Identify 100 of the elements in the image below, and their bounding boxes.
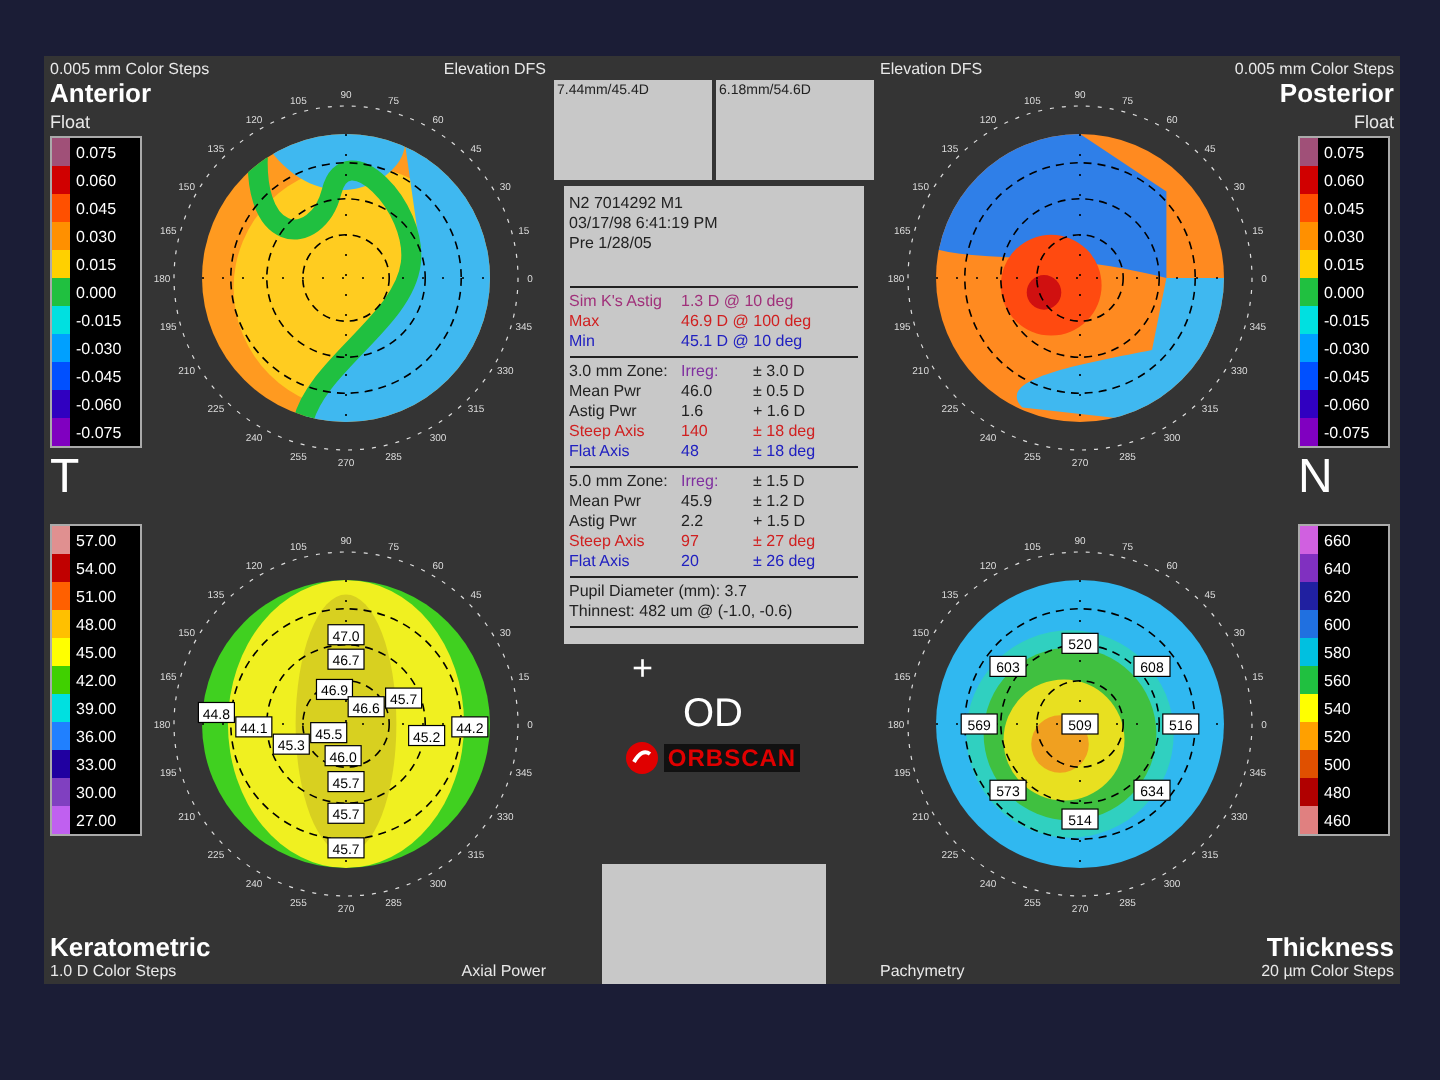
map-subtitle: Float <box>1353 112 1394 132</box>
reading-value: 140 <box>681 422 710 442</box>
reading-value: 1.6 <box>681 402 706 422</box>
reading-label: Min <box>569 332 597 352</box>
reading-value: 46.9 D @ 100 deg <box>681 312 814 332</box>
reading-label: Mean Pwr <box>569 492 644 512</box>
scale-label: -0.030 <box>76 339 122 357</box>
scale-label: 33.00 <box>76 755 117 773</box>
scale-label: 660 <box>1324 531 1351 549</box>
eye-label: OD <box>683 692 743 736</box>
irregularity-value: ± 1.5 D <box>753 472 807 492</box>
reading-value: 20 <box>681 552 701 572</box>
scale-label: 30.00 <box>76 783 117 801</box>
orientation-letter: N <box>1298 452 1333 504</box>
scale-label: -0.060 <box>76 395 122 413</box>
reading-range: ± 27 deg <box>753 532 818 552</box>
reading-range: ± 26 deg <box>753 552 818 572</box>
circle-logo-icon <box>625 742 658 774</box>
scale-label: -0.075 <box>1324 423 1370 441</box>
scale-label: 39.00 <box>76 699 117 717</box>
reading-range: ± 18 deg <box>753 422 818 442</box>
map-title: Thickness <box>1266 932 1394 962</box>
color-steps-label: 20 µm Color Steps <box>1261 962 1394 980</box>
reading-value: 45.9 <box>681 492 715 512</box>
reading-value: 45.1 D @ 10 deg <box>681 332 805 352</box>
scale-label: 0.030 <box>76 227 117 245</box>
scale-label: 480 <box>1324 783 1351 801</box>
patient-info: N2 7014292 M1 <box>569 194 685 214</box>
reading-label: Steep Axis <box>569 532 647 552</box>
reading-label: Max <box>569 312 602 332</box>
map-type-label: Pachymetry <box>880 962 965 980</box>
reading-value: 48 <box>681 442 701 462</box>
reading-label: Flat Axis <box>569 552 632 572</box>
scale-label: 36.00 <box>76 727 117 745</box>
reading-value: 46.0 <box>681 382 715 402</box>
scale-label: 460 <box>1324 811 1351 829</box>
scale-label: 0.045 <box>1324 199 1365 217</box>
scale-label: 54.00 <box>76 559 117 577</box>
reading-range: + 1.5 D <box>753 512 808 532</box>
irregularity-value: ± 3.0 D <box>753 362 807 382</box>
scale-label: -0.060 <box>1324 395 1370 413</box>
reading-range: ± 1.2 D <box>753 492 807 512</box>
reading-range: ± 0.5 D <box>753 382 807 402</box>
scale-label: 0.075 <box>76 143 117 161</box>
scale-label: 0.000 <box>1324 283 1365 301</box>
scale-label: 0.030 <box>1324 227 1365 245</box>
scale-label: -0.030 <box>1324 339 1370 357</box>
measurement-info: Thinnest: 482 um @ (-1.0, -0.6) <box>569 602 795 622</box>
reading-label: Flat Axis <box>569 442 632 462</box>
scale-label: 0.075 <box>1324 143 1365 161</box>
scale-label: 45.00 <box>76 643 117 661</box>
reading-value: 1.3 D @ 10 deg <box>681 292 796 312</box>
scale-label: 0.060 <box>1324 171 1365 189</box>
scale-label: 620 <box>1324 587 1351 605</box>
scale-label: 560 <box>1324 671 1351 689</box>
scale-label: 0.015 <box>1324 255 1365 273</box>
map-type-label: Axial Power <box>461 962 546 980</box>
scale-label: -0.015 <box>76 311 122 329</box>
scale-label: 42.00 <box>76 671 117 689</box>
map-title: Posterior <box>1279 78 1394 108</box>
map-subtitle: Float <box>50 112 91 132</box>
irregularity-label: Irreg: <box>681 472 721 492</box>
zone-title: 3.0 mm Zone: <box>569 362 670 382</box>
color-steps-label: 0.005 mm Color Steps <box>1234 60 1394 78</box>
scale-label: 600 <box>1324 615 1351 633</box>
scale-label: 500 <box>1324 755 1351 773</box>
scale-label: -0.015 <box>1324 311 1370 329</box>
scale-label: 640 <box>1324 559 1351 577</box>
reading-label: Astig Pwr <box>569 512 639 532</box>
scale-label: -0.045 <box>76 367 122 385</box>
scale-label: 0.015 <box>76 255 117 273</box>
scale-label: 0.000 <box>76 283 117 301</box>
irregularity-label: Irreg: <box>681 362 721 382</box>
reading-value: 2.2 <box>681 512 706 532</box>
scale-label: -0.075 <box>76 423 122 441</box>
crosshair-mark: + <box>632 650 654 686</box>
reading-label: Steep Axis <box>569 422 647 442</box>
reading-range: ± 18 deg <box>753 442 818 462</box>
scale-label: 51.00 <box>76 587 117 605</box>
reading-label: Sim K's Astig <box>569 292 664 312</box>
scale-label: 48.00 <box>76 615 117 633</box>
map-type-label: Elevation DFS <box>880 60 983 78</box>
patient-info: Pre 1/28/05 <box>569 234 654 254</box>
logo-text: ORBSCAN <box>663 744 801 772</box>
map-title: Anterior <box>50 78 152 108</box>
scale-label: 27.00 <box>76 811 117 829</box>
orientation-letter: T <box>50 452 80 504</box>
measurement-info: Pupil Diameter (mm): 3.7 <box>569 582 749 602</box>
scale-label: 57.00 <box>76 531 117 549</box>
scale-label: 540 <box>1324 699 1351 717</box>
color-steps-label: 1.0 D Color Steps <box>50 962 177 980</box>
scale-label: 520 <box>1324 727 1351 745</box>
scale-label: -0.045 <box>1324 367 1370 385</box>
color-steps-label: 0.005 mm Color Steps <box>50 60 210 78</box>
scale-label: 0.060 <box>76 171 117 189</box>
scale-label: 580 <box>1324 643 1351 661</box>
map-type-label: Elevation DFS <box>443 60 546 78</box>
reading-range: + 1.6 D <box>753 402 808 422</box>
zone-title: 5.0 mm Zone: <box>569 472 670 492</box>
map-title: Keratometric <box>50 932 211 962</box>
